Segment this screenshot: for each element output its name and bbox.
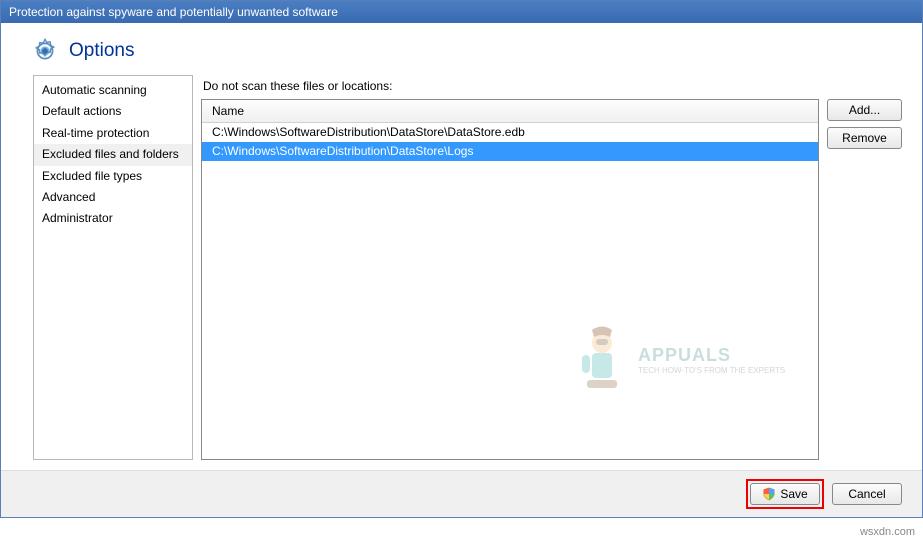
sidebar-item-default-actions[interactable]: Default actions	[34, 101, 192, 122]
content-area: Options Automatic scanning Default actio…	[1, 23, 922, 517]
sidebar-item-excluded-file-types[interactable]: Excluded file types	[34, 166, 192, 187]
table-row[interactable]: C:\Windows\SoftwareDistribution\DataStor…	[202, 123, 818, 142]
cancel-button[interactable]: Cancel	[832, 483, 902, 505]
add-button[interactable]: Add...	[827, 99, 902, 121]
page-title: Options	[69, 40, 134, 62]
sidebar-item-excluded-files-folders[interactable]: Excluded files and folders	[34, 144, 192, 165]
table-row[interactable]: C:\Windows\SoftwareDistribution\DataStor…	[202, 142, 818, 161]
exclusion-list[interactable]: Name C:\Windows\SoftwareDistribution\Dat…	[201, 99, 819, 460]
window-title: Protection against spyware and potential…	[9, 5, 338, 19]
save-button-label: Save	[780, 487, 807, 501]
sidebar: Automatic scanning Default actions Real-…	[33, 75, 193, 460]
titlebar[interactable]: Protection against spyware and potential…	[1, 1, 922, 23]
table-area: Name C:\Windows\SoftwareDistribution\Dat…	[201, 99, 902, 460]
credit-text: wsxdn.com	[860, 526, 915, 538]
sidebar-item-realtime-protection[interactable]: Real-time protection	[34, 123, 192, 144]
header: Options	[1, 23, 922, 75]
sidebar-item-automatic-scanning[interactable]: Automatic scanning	[34, 80, 192, 101]
sidebar-item-advanced[interactable]: Advanced	[34, 187, 192, 208]
footer: Save Cancel	[1, 470, 922, 517]
shield-icon	[762, 487, 776, 501]
save-button-highlight: Save	[746, 479, 824, 509]
save-button[interactable]: Save	[750, 483, 820, 505]
section-label: Do not scan these files or locations:	[201, 75, 902, 99]
right-panel: Do not scan these files or locations: Na…	[201, 75, 902, 460]
table-body: C:\Windows\SoftwareDistribution\DataStor…	[202, 123, 818, 459]
sidebar-item-administrator[interactable]: Administrator	[34, 208, 192, 229]
main-area: Automatic scanning Default actions Real-…	[1, 75, 922, 470]
side-buttons: Add... Remove	[827, 99, 902, 460]
gear-icon	[31, 37, 59, 65]
column-header-name[interactable]: Name	[202, 100, 818, 123]
options-window: Protection against spyware and potential…	[0, 0, 923, 518]
remove-button[interactable]: Remove	[827, 127, 902, 149]
